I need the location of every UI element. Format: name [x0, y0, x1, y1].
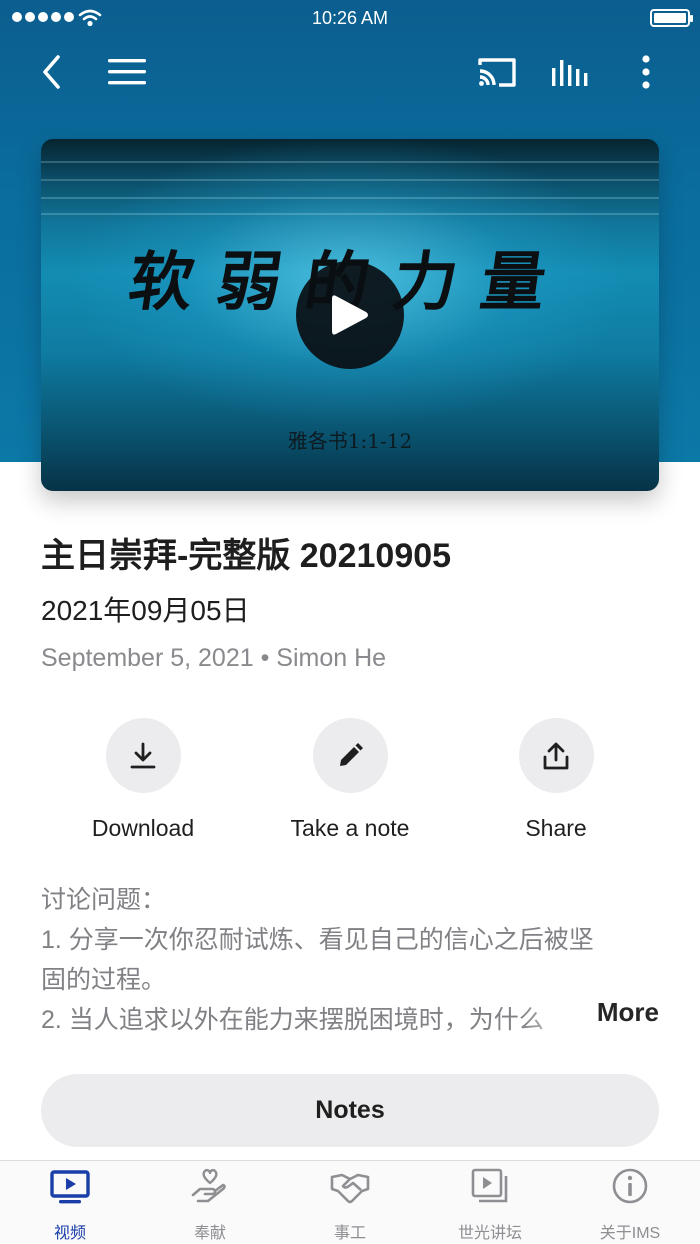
tab-bar: 视频 奉献 事工 世光讲坛 关于IMS	[0, 1160, 700, 1244]
description-line: 1. 分享一次你忍耐试炼、看见自己的信心之后被坚	[41, 926, 594, 954]
giving-hand-icon	[191, 1168, 226, 1203]
tv-icon	[50, 1170, 90, 1204]
tab-label: 事工	[333, 1225, 366, 1242]
take-note-button[interactable]: Take a note	[250, 718, 450, 842]
description-line: 讨论问题：	[41, 886, 167, 914]
wave-line	[41, 161, 659, 163]
tab-pulpit[interactable]: 世光讲坛	[420, 1161, 560, 1244]
download-label: Download	[91, 815, 195, 841]
notes-button[interactable]: Notes	[41, 1074, 659, 1147]
description-line: 固的过程。	[41, 966, 167, 994]
video-player[interactable]: 软弱的力量 雅各书1:1-12	[41, 139, 659, 491]
handshake-icon	[330, 1173, 370, 1204]
download-icon	[130, 742, 156, 768]
menu-icon[interactable]	[107, 52, 147, 92]
tab-label: 奉献	[193, 1225, 226, 1242]
take-note-label: Take a note	[290, 815, 410, 841]
cast-icon[interactable]	[477, 52, 517, 92]
play-icon	[332, 295, 368, 335]
download-button[interactable]: Download	[43, 718, 243, 842]
pulpit-video-icon	[471, 1168, 508, 1203]
status-bar: 10:26 AM	[0, 0, 700, 36]
sermon-meta: September 5, 2021 • Simon He	[41, 644, 387, 672]
tab-videos[interactable]: 视频	[0, 1161, 140, 1244]
wave-line	[41, 179, 659, 181]
wave-line	[41, 213, 659, 215]
share-label: Share	[525, 815, 587, 841]
back-icon[interactable]	[32, 52, 72, 92]
status-time: 10:26 AM	[311, 8, 389, 28]
sermon-description: 讨论问题： 1. 分享一次你忍耐试炼、看见自己的信心之后被坚 固的过程。 2. …	[41, 880, 659, 1040]
info-icon	[612, 1168, 648, 1204]
play-button[interactable]	[296, 261, 404, 369]
tab-label: 世光讲坛	[457, 1225, 522, 1242]
tab-about[interactable]: 关于IMS	[560, 1161, 700, 1244]
audio-icon[interactable]	[551, 52, 591, 92]
sermon-subtitle: 2021年09月05日	[41, 595, 250, 626]
action-row: Download Take a note Share	[0, 718, 700, 848]
more-vertical-icon[interactable]	[626, 52, 666, 92]
sermon-title: 主日崇拜-完整版 20210905	[41, 537, 452, 575]
tab-label: 视频	[53, 1225, 86, 1242]
battery-icon	[650, 9, 693, 27]
tab-giving[interactable]: 奉献	[140, 1161, 280, 1244]
tab-ministry[interactable]: 事工	[280, 1161, 420, 1244]
description-line: 2. 当人追求以外在能力来摆脱困境时，为什么	[41, 1006, 544, 1034]
wave-line	[41, 197, 659, 199]
tab-label: 关于IMS	[599, 1225, 661, 1242]
pencil-icon	[340, 742, 363, 766]
more-link[interactable]: More	[597, 997, 659, 1028]
share-icon	[543, 742, 569, 769]
toolbar	[0, 44, 700, 100]
share-button[interactable]: Share	[456, 718, 656, 842]
video-overlay-subtitle: 雅各书1:1-12	[287, 429, 413, 453]
